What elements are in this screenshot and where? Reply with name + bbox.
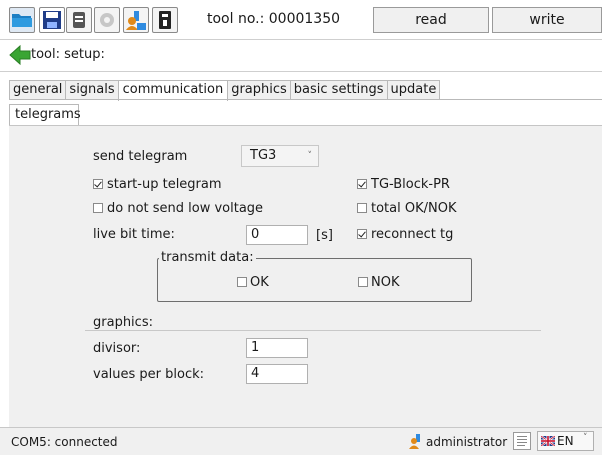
send-telegram-value: TG3 <box>250 148 277 163</box>
reconnect-tg-label: reconnect tg <box>371 227 454 242</box>
tab-update[interactable]: update <box>386 80 441 100</box>
tg-block-pr-label: TG-Block-PR <box>371 177 450 192</box>
user-upload-icon <box>126 11 146 30</box>
tool-number: tool no.: 00001350 <box>207 11 341 27</box>
transmit-data-title: transmit data: <box>159 250 256 265</box>
live-bit-unit: [s] <box>316 228 333 243</box>
status-bar: COM5: connected administrator EN ˅ <box>0 427 602 455</box>
settings-button[interactable] <box>94 7 120 33</box>
live-bit-time-label: live bit time: <box>93 227 175 242</box>
gear-icon <box>100 13 114 27</box>
startup-telegram-checkbox[interactable] <box>93 179 103 189</box>
tab-basic-settings[interactable]: basic settings <box>289 80 388 100</box>
current-user: administrator <box>426 435 508 449</box>
divisor-label: divisor: <box>93 341 141 356</box>
device-button[interactable] <box>152 7 178 33</box>
save-button[interactable] <box>39 7 65 33</box>
subtab-telegrams[interactable]: telegrams <box>9 104 81 125</box>
transmit-ok-label: OK <box>250 275 269 290</box>
list-icon <box>73 12 85 28</box>
language-select[interactable]: EN ˅ <box>537 431 594 451</box>
back-arrow-icon <box>9 44 31 66</box>
save-icon <box>43 11 61 29</box>
folder-open-icon <box>12 14 32 27</box>
startup-telegram-label: start-up telegram <box>107 177 222 192</box>
tab-general[interactable]: general <box>9 80 67 100</box>
tab-bar: general signals communication graphics b… <box>9 80 441 101</box>
read-button[interactable]: read <box>373 7 489 33</box>
no-low-voltage-checkbox[interactable] <box>93 203 103 213</box>
tab-communication[interactable]: communication <box>117 80 229 101</box>
back-button[interactable] <box>9 44 31 66</box>
user-icon <box>409 434 420 449</box>
device-icon <box>159 11 171 29</box>
transmit-ok-checkbox[interactable] <box>237 277 247 287</box>
live-bit-time-input[interactable]: 0 <box>246 225 308 245</box>
tab-signals[interactable]: signals <box>65 80 119 100</box>
chevron-down-icon: ˅ <box>307 151 313 161</box>
total-ok-nok-checkbox[interactable] <box>357 203 367 213</box>
graphics-section-title: graphics: <box>93 315 153 330</box>
language-value: EN <box>557 434 574 448</box>
write-button[interactable]: write <box>492 7 602 33</box>
breadcrumb: tool: setup: <box>31 47 105 62</box>
connection-status: COM5: connected <box>11 435 118 449</box>
no-low-voltage-label: do not send low voltage <box>107 201 264 216</box>
chevron-down-icon: ˅ <box>583 433 588 443</box>
divisor-input[interactable]: 1 <box>246 338 308 358</box>
list-button[interactable] <box>66 7 92 33</box>
transmit-nok-checkbox[interactable] <box>358 277 368 287</box>
total-ok-nok-label: total OK/NOK <box>371 201 457 216</box>
send-telegram-label: send telegram <box>93 149 188 164</box>
uk-flag-icon <box>541 436 555 446</box>
graphics-divider <box>85 330 541 331</box>
values-per-block-input[interactable]: 4 <box>246 364 308 384</box>
tg-block-pr-checkbox[interactable] <box>357 179 367 189</box>
user-upload-button[interactable] <box>123 7 149 33</box>
open-folder-button[interactable] <box>9 7 35 33</box>
transmit-nok-label: NOK <box>371 275 400 290</box>
notes-button[interactable] <box>513 432 531 450</box>
tab-graphics[interactable]: graphics <box>227 80 291 100</box>
send-telegram-select[interactable]: TG3 ˅ <box>241 145 319 167</box>
reconnect-tg-checkbox[interactable] <box>357 229 367 239</box>
values-per-block-label: values per block: <box>93 367 205 382</box>
document-icon <box>517 436 527 446</box>
